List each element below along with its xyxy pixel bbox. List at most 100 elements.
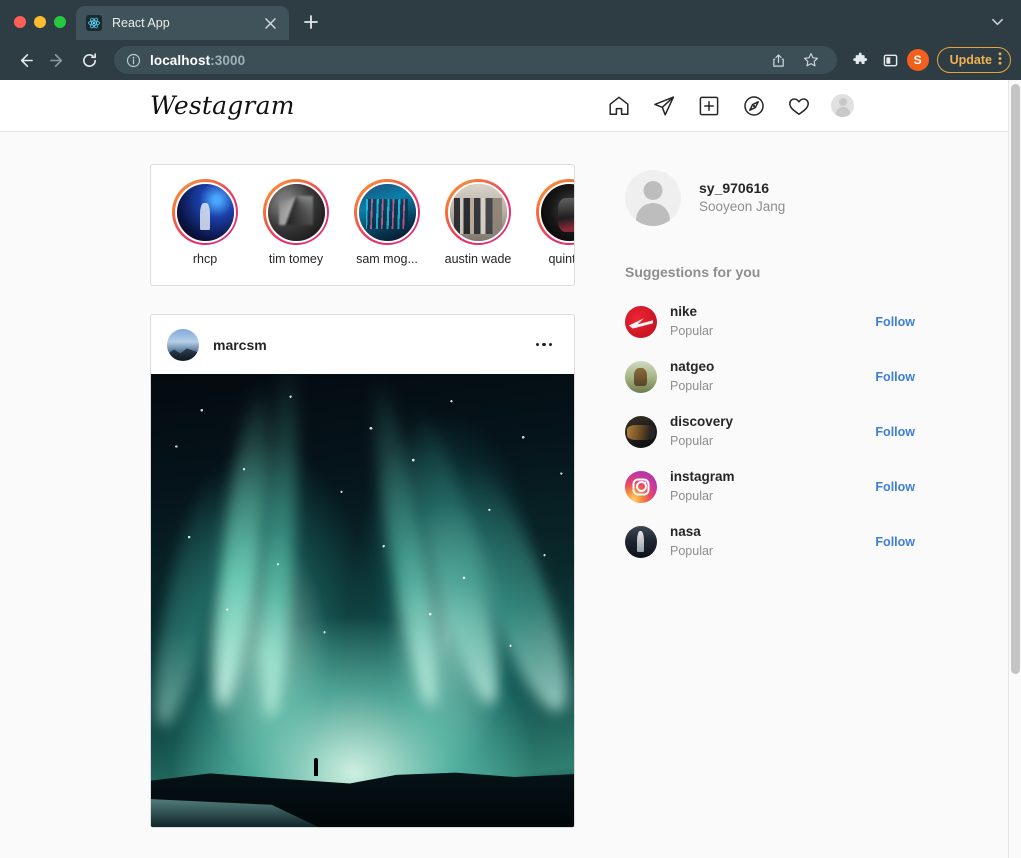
westagram-app: Westagram rhcp tim tomey sam mog... aust… — [0, 80, 1008, 858]
side-panel-icon[interactable] — [877, 46, 905, 74]
tab-search-button[interactable] — [983, 7, 1011, 35]
current-user-info: sy_970616 Sooyeon Jang — [699, 179, 785, 217]
post-image[interactable] — [151, 374, 574, 827]
extensions-puzzle-icon[interactable] — [847, 46, 875, 74]
back-button[interactable] — [10, 45, 40, 75]
feed-column: rhcp tim tomey sam mog... austin wade qu… — [150, 164, 575, 828]
three-dot-menu-icon[interactable] — [998, 51, 1002, 69]
story-item[interactable]: rhcp — [170, 179, 240, 266]
suggestion-avatar[interactable] — [625, 525, 657, 558]
browser-window: React App localhost:3000 S Update Westag… — [0, 0, 1021, 858]
suggestion-item: nike Popular Follow — [625, 294, 915, 349]
browser-tab-react-app[interactable]: React App — [76, 6, 289, 40]
suggestion-meta: nasa Popular — [670, 523, 862, 560]
stories-card: rhcp tim tomey sam mog... austin wade qu… — [150, 164, 575, 286]
follow-button[interactable]: Follow — [875, 480, 915, 494]
app-nav — [606, 93, 854, 119]
reload-button[interactable] — [74, 45, 104, 75]
home-icon[interactable] — [606, 93, 632, 119]
tab-strip: React App — [0, 0, 1021, 40]
follow-button[interactable]: Follow — [875, 425, 915, 439]
current-user-row[interactable]: sy_970616 Sooyeon Jang — [625, 170, 915, 226]
suggestion-username[interactable]: natgeo — [670, 358, 862, 377]
suggestion-meta: nike Popular — [670, 303, 862, 340]
post-header: marcsm — [151, 315, 574, 374]
post-author-username[interactable]: marcsm — [213, 337, 516, 353]
url-port: :3000 — [210, 52, 246, 68]
follow-button[interactable]: Follow — [875, 315, 915, 329]
window-controls — [8, 16, 76, 40]
follow-button[interactable]: Follow — [875, 370, 915, 384]
suggestion-username[interactable]: nike — [670, 303, 862, 322]
story-item[interactable]: sam mog... — [352, 179, 422, 266]
story-ring — [354, 179, 420, 245]
suggestions-heading: Suggestions for you — [625, 264, 761, 280]
address-bar[interactable]: localhost:3000 — [114, 46, 837, 74]
profile-avatar[interactable] — [831, 94, 854, 117]
story-ring — [445, 179, 511, 245]
tab-title: React App — [112, 16, 170, 30]
app-header: Westagram — [0, 80, 1008, 132]
paper-plane-icon[interactable] — [651, 93, 677, 119]
browser-toolbar: localhost:3000 S Update — [0, 40, 1021, 80]
share-icon[interactable] — [765, 46, 793, 74]
url-text: localhost:3000 — [150, 53, 245, 68]
story-ring — [263, 179, 329, 245]
suggestion-username[interactable]: instagram — [670, 468, 862, 487]
info-circle-icon[interactable] — [126, 53, 141, 68]
heart-icon[interactable] — [786, 93, 812, 119]
story-item[interactable]: quinton — [534, 179, 575, 266]
compass-icon[interactable] — [741, 93, 767, 119]
suggestion-username[interactable]: discovery — [670, 413, 862, 432]
suggestion-meta: instagram Popular — [670, 468, 862, 505]
story-username: tim tomey — [268, 252, 324, 266]
story-item[interactable]: tim tomey — [261, 179, 331, 266]
close-tab-button[interactable] — [261, 14, 279, 32]
suggestion-avatar[interactable] — [625, 470, 657, 503]
close-window-button[interactable] — [14, 16, 26, 28]
maximize-window-button[interactable] — [54, 16, 66, 28]
suggestion-avatar[interactable] — [625, 305, 657, 338]
story-item[interactable]: austin wade — [443, 179, 513, 266]
browser-profile-avatar[interactable]: S — [906, 49, 929, 71]
story-username: austin wade — [444, 252, 512, 266]
suggestion-item: discovery Popular Follow — [625, 404, 915, 459]
current-user-avatar[interactable] — [625, 170, 681, 226]
sidebar-column: sy_970616 Sooyeon Jang Suggestions for y… — [625, 164, 915, 828]
minimize-window-button[interactable] — [34, 16, 46, 28]
star-icon[interactable] — [797, 46, 825, 74]
story-username: rhcp — [192, 252, 218, 266]
page-scrollbar[interactable] — [1008, 80, 1021, 858]
suggestion-meta: natgeo Popular — [670, 358, 862, 395]
suggestion-avatar[interactable] — [625, 415, 657, 448]
post-author-avatar[interactable] — [167, 328, 199, 361]
suggestion-item: natgeo Popular Follow — [625, 349, 915, 404]
plus-square-icon[interactable] — [696, 93, 722, 119]
forward-button[interactable] — [42, 45, 72, 75]
suggestion-meta: discovery Popular — [670, 413, 862, 450]
page-viewport: Westagram rhcp tim tomey sam mog... aust… — [0, 80, 1021, 858]
stories-row[interactable]: rhcp tim tomey sam mog... austin wade qu… — [151, 179, 574, 266]
scrollbar-thumb[interactable] — [1011, 84, 1020, 674]
update-button[interactable]: Update — [936, 47, 1011, 73]
story-ring — [536, 179, 574, 245]
post-options-button[interactable] — [530, 337, 559, 353]
update-label: Update — [949, 53, 992, 67]
current-username[interactable]: sy_970616 — [699, 179, 785, 198]
story-ring — [172, 179, 238, 245]
suggestion-subtitle: Popular — [670, 488, 714, 503]
app-logo[interactable]: Westagram — [150, 91, 295, 120]
suggestion-avatar[interactable] — [625, 360, 657, 393]
suggestion-subtitle: Popular — [670, 323, 714, 338]
react-atom-icon — [86, 15, 102, 31]
new-tab-button[interactable] — [297, 8, 325, 36]
url-host: localhost — [150, 52, 211, 68]
suggestion-item: instagram Popular Follow — [625, 459, 915, 514]
suggestion-subtitle: Popular — [670, 543, 714, 558]
follow-button[interactable]: Follow — [875, 535, 915, 549]
story-username: quinton — [548, 252, 575, 266]
story-username: sam mog... — [356, 252, 418, 266]
omnibox-actions — [765, 46, 825, 74]
suggestion-subtitle: Popular — [670, 378, 714, 393]
suggestion-username[interactable]: nasa — [670, 523, 862, 542]
